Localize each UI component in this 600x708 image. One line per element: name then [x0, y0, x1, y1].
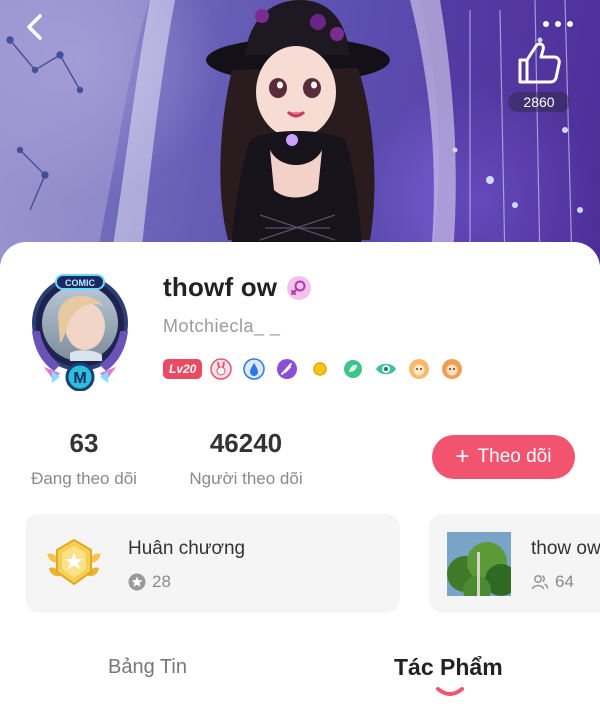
more-options-button[interactable]: [538, 12, 578, 36]
lion-badge-icon[interactable]: [408, 358, 430, 380]
medal-icon: [47, 538, 101, 586]
level-badge[interactable]: Lv20: [163, 359, 203, 379]
medals-count: 28: [152, 572, 171, 591]
plus-icon: +: [455, 443, 470, 470]
frame-letter: M: [73, 370, 86, 387]
group-title: thow ow: [531, 538, 600, 559]
followers-label: Người theo dõi: [189, 469, 303, 488]
members-icon: [531, 574, 549, 590]
group-member-count: 64: [555, 572, 574, 591]
thumbs-up-icon: [518, 42, 561, 84]
like-button[interactable]: [512, 40, 566, 88]
star-badge-icon: [128, 573, 146, 591]
group-card[interactable]: thow ow 64: [429, 514, 600, 613]
female-gender-icon: [287, 276, 311, 300]
following-stat[interactable]: 63 Đang theo dõi: [22, 428, 146, 489]
rabbit-badge-icon[interactable]: [210, 358, 233, 380]
water-drop-badge-icon[interactable]: [243, 358, 266, 380]
avatar[interactable]: COMIC M: [30, 271, 130, 392]
chevron-left-icon: [27, 14, 42, 40]
user-handle: Motchiecla_ _: [163, 316, 281, 336]
profile-banner: 2860: [0, 0, 600, 265]
back-button[interactable]: [18, 10, 52, 44]
tab-feed[interactable]: Bảng Tin: [108, 656, 187, 679]
medals-card[interactable]: Huân chương 28: [25, 514, 400, 613]
feather-badge-icon[interactable]: [276, 358, 298, 380]
username: thowf ow: [163, 272, 278, 302]
follow-button[interactable]: + Theo dõi: [432, 435, 575, 479]
leaf-badge-icon[interactable]: [342, 358, 364, 380]
profile-card: COMIC M thowf ow Motchiecla_ _ Lv20 63 Đ…: [0, 242, 600, 708]
like-count: 2860: [508, 92, 570, 112]
lion-badge-icon[interactable]: [441, 358, 463, 380]
followers-stat[interactable]: 46240 Người theo dõi: [181, 428, 311, 489]
following-label: Đang theo dõi: [31, 469, 137, 488]
group-cover-image: [447, 532, 511, 596]
follow-button-label: Theo dõi: [477, 446, 552, 467]
badge-row: Lv20: [163, 358, 474, 380]
following-count: 63: [69, 428, 99, 458]
tab-works[interactable]: Tác Phẩm: [394, 654, 503, 681]
followers-count: 46240: [209, 428, 283, 458]
medals-title: Huân chương: [128, 538, 246, 559]
eye-badge-icon[interactable]: [375, 358, 397, 380]
banner-artwork: [0, 0, 600, 265]
frame-brand-text: COMIC: [65, 278, 95, 288]
more-dots-icon: [543, 21, 573, 27]
active-tab-indicator: [436, 687, 464, 696]
coin-badge-icon[interactable]: [309, 358, 331, 380]
